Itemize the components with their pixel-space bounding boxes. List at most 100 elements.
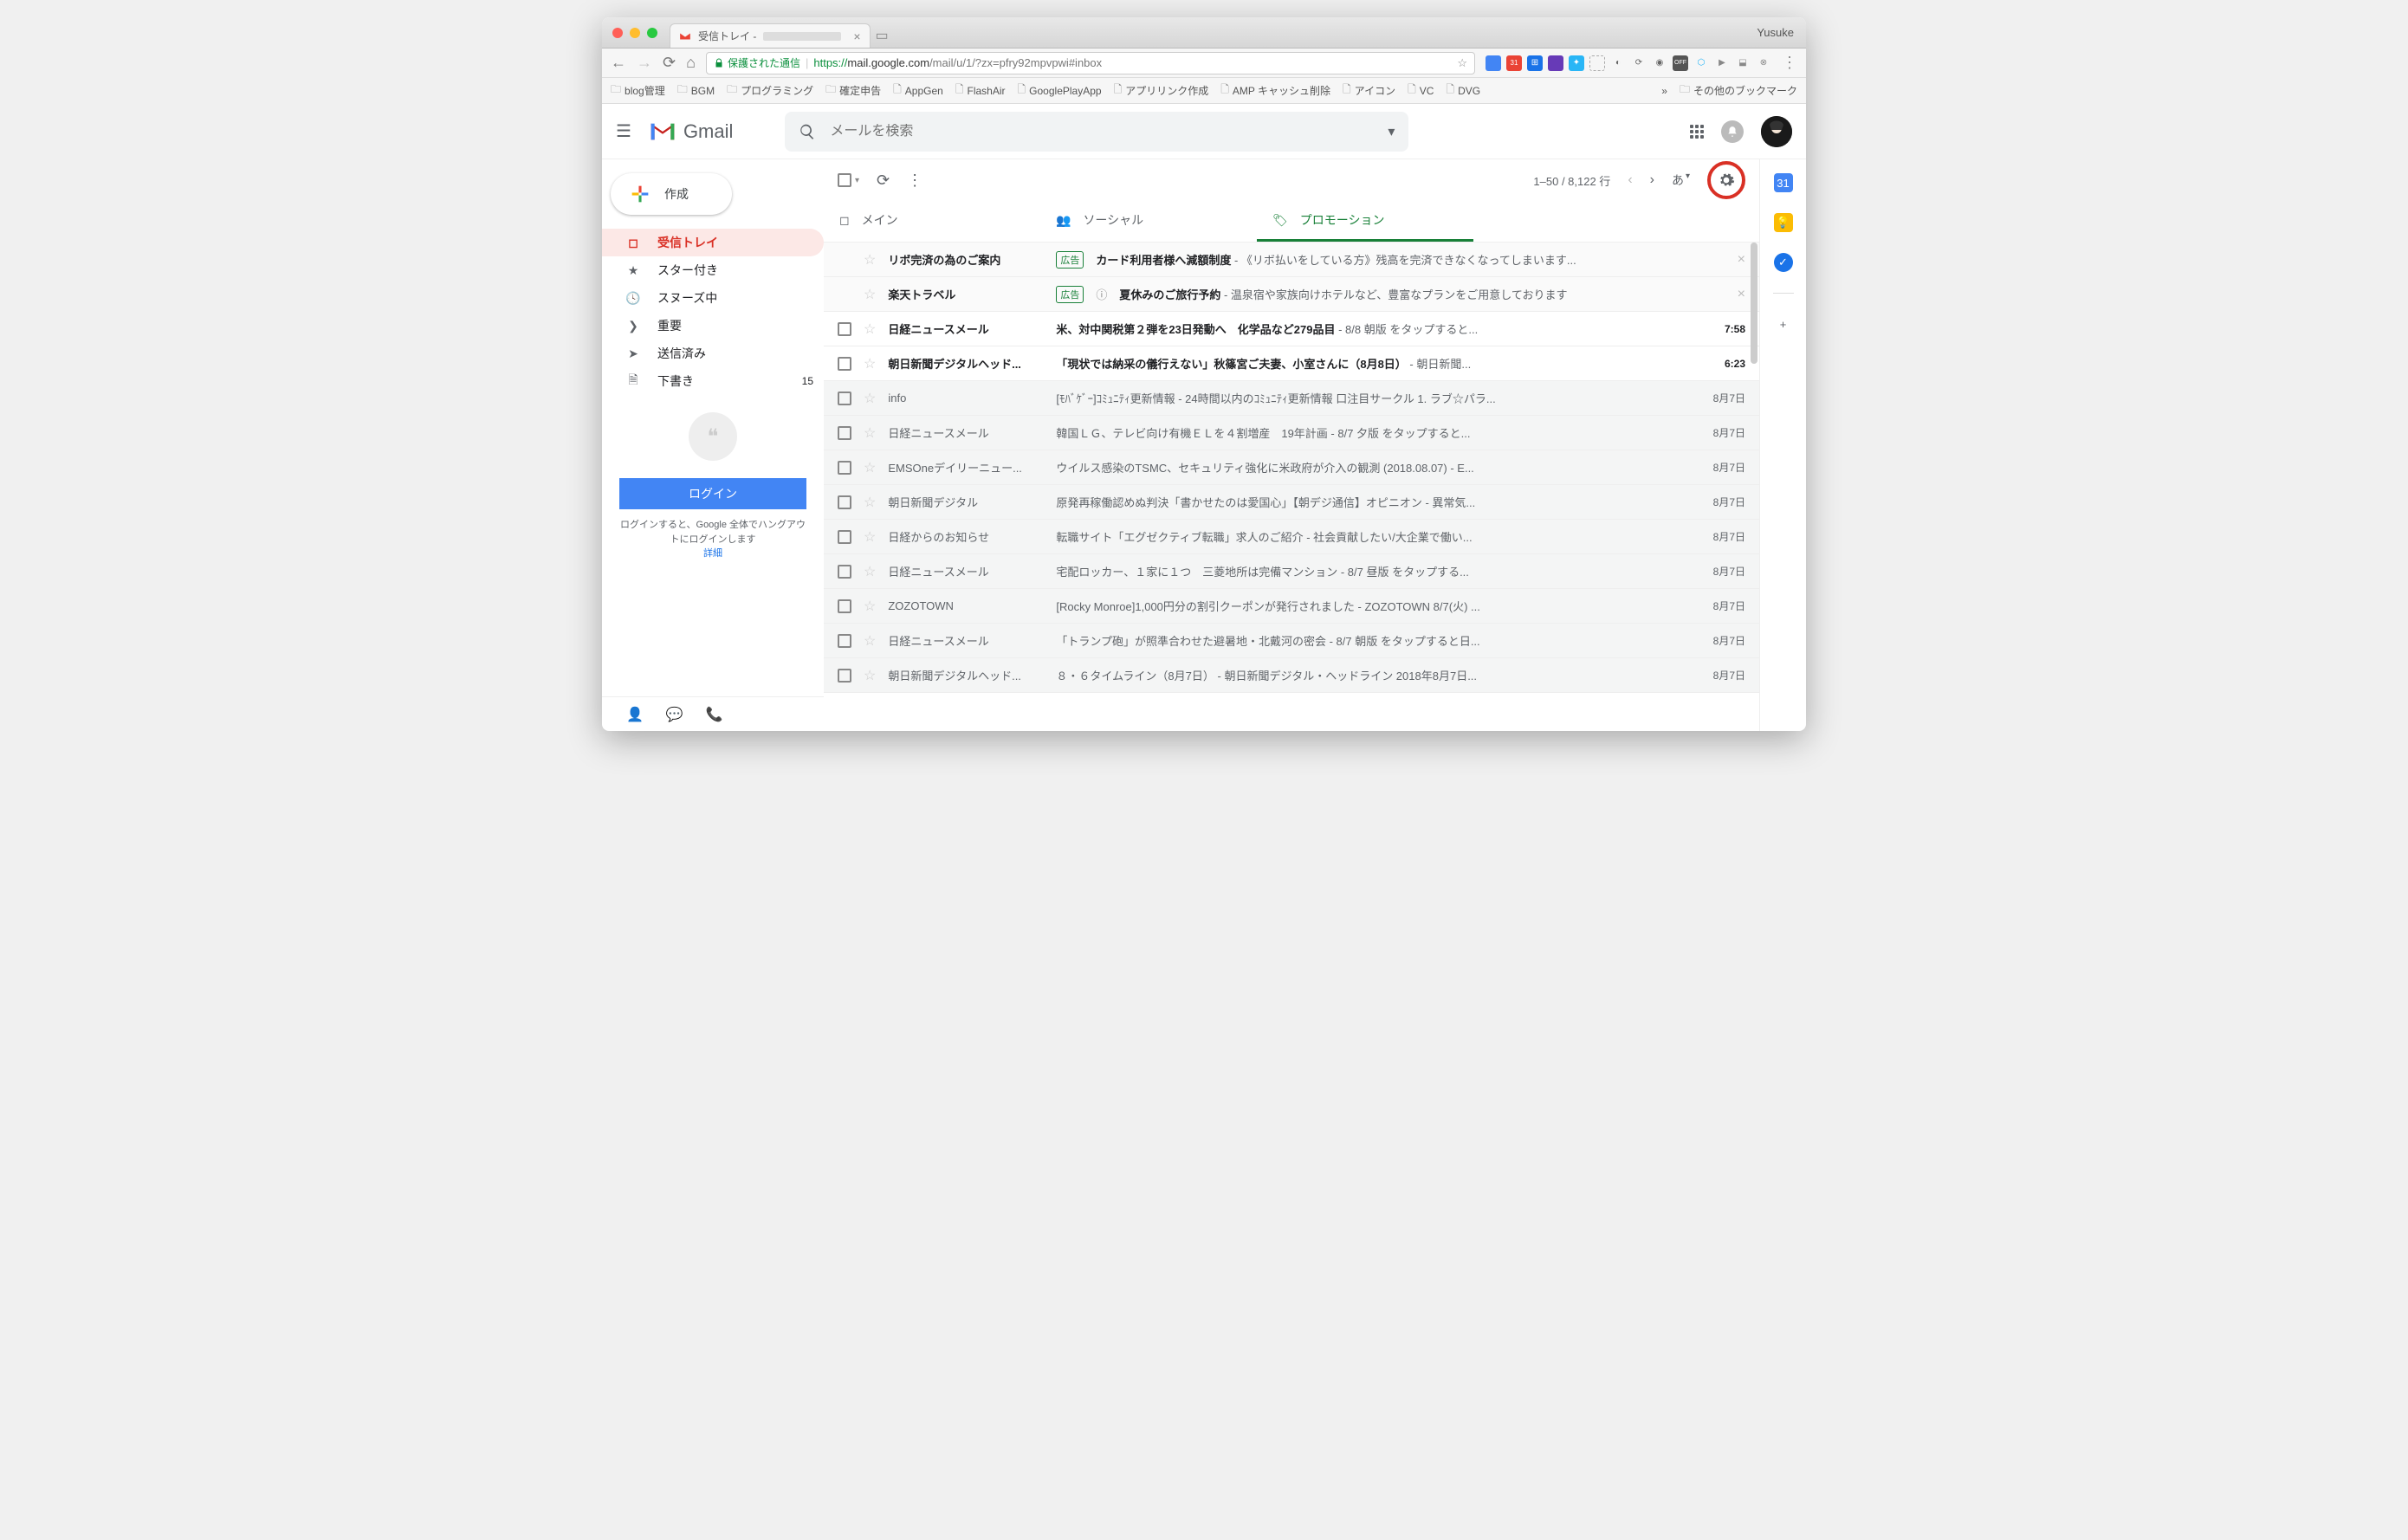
row-checkbox[interactable]	[838, 357, 851, 371]
row-checkbox[interactable]	[838, 461, 851, 475]
row-checkbox[interactable]	[838, 599, 851, 613]
hangouts-detail-link[interactable]: 詳細	[703, 548, 722, 559]
refresh-icon[interactable]: ⟳	[877, 171, 890, 190]
ext-icon[interactable]: ⊞	[1527, 55, 1543, 71]
contacts-icon[interactable]: 👤	[626, 706, 644, 723]
keep-icon[interactable]: 💡	[1774, 213, 1793, 232]
row-checkbox[interactable]	[838, 530, 851, 544]
tab-inbox[interactable]: ◻メイン	[824, 201, 1040, 242]
star-icon[interactable]: ☆	[864, 598, 876, 615]
window-minimize[interactable]	[630, 28, 640, 38]
apps-icon[interactable]	[1690, 125, 1704, 139]
ext-icon[interactable]: ⬓	[1735, 55, 1751, 71]
bookmark-item[interactable]: 🗀blog管理	[611, 81, 665, 100]
nav-inbox[interactable]: ◻受信トレイ	[602, 229, 824, 256]
url-box[interactable]: 保護された通信 | https://mail.google.com/mail/u…	[706, 52, 1475, 74]
bookmark-item[interactable]: 🗋アイコン	[1343, 81, 1395, 100]
ext-icon[interactable]	[1486, 55, 1501, 71]
home-button[interactable]: ⌂	[686, 54, 696, 72]
row-checkbox[interactable]	[838, 565, 851, 579]
dismiss-icon[interactable]: ×	[1738, 287, 1745, 302]
row-checkbox[interactable]	[838, 322, 851, 336]
ad-row[interactable]: ☆リボ完済の為のご案内広告カード利用者様へ減額制度 - 《リボ払いをしている方》…	[824, 243, 1759, 277]
compose-button[interactable]: 作成	[611, 173, 732, 215]
ext-icon[interactable]: ◐	[1610, 55, 1626, 71]
email-row[interactable]: ☆朝日新聞デジタルヘッド...「現状では納采の儀行えない」秋篠宮ご夫妻、小室さん…	[824, 346, 1759, 381]
nav-clock[interactable]: 🕓スヌーズ中	[602, 284, 824, 312]
email-row[interactable]: ☆日経ニュースメール米、対中関税第２弾を23日発動へ 化学品など279品目 - …	[824, 312, 1759, 346]
new-tab-button[interactable]: ▭	[876, 27, 889, 44]
email-row[interactable]: ☆日経ニュースメール「トランプ砲」が照準合わせた避暑地・北戴河の密会 - 8/7…	[824, 624, 1759, 658]
account-avatar[interactable]	[1761, 116, 1792, 147]
bookmark-item[interactable]: 🗀BGM	[677, 81, 715, 100]
info-icon[interactable]: ⓘ	[1096, 286, 1107, 302]
input-method[interactable]: あ▾	[1672, 171, 1690, 189]
forward-button[interactable]: →	[637, 54, 652, 72]
gmail-logo[interactable]: Gmail	[649, 120, 733, 143]
ext-icon[interactable]: ▶	[1714, 55, 1730, 71]
bookmark-star-icon[interactable]: ☆	[1457, 56, 1467, 70]
star-icon[interactable]: ☆	[864, 355, 876, 372]
bookmark-item[interactable]: 🗋GooglePlayApp	[1018, 81, 1102, 100]
chrome-profile[interactable]: Yusuke	[1757, 26, 1794, 39]
row-checkbox[interactable]	[838, 634, 851, 648]
tab-close-icon[interactable]: ×	[853, 29, 860, 43]
star-icon[interactable]: ☆	[864, 563, 876, 580]
more-icon[interactable]: ⋮	[907, 171, 922, 190]
scrollbar-thumb[interactable]	[1751, 243, 1757, 364]
star-icon[interactable]: ☆	[864, 494, 876, 511]
star-icon[interactable]: ☆	[864, 459, 876, 476]
ext-icon[interactable]: ⊗	[1756, 55, 1771, 71]
search-box[interactable]: ▾	[785, 112, 1408, 152]
nav-star[interactable]: ★スター付き	[602, 256, 824, 284]
star-icon[interactable]: ☆	[864, 667, 876, 684]
tab-people[interactable]: 👥ソーシャル	[1040, 201, 1257, 242]
email-row[interactable]: ☆日経ニュースメール宅配ロッカー、１家に１つ 三菱地所は完備マンション - 8/…	[824, 554, 1759, 589]
tasks-icon[interactable]: ✓	[1774, 253, 1793, 272]
ext-icon[interactable]: ◉	[1652, 55, 1667, 71]
browser-tab[interactable]: 受信トレイ - ×	[670, 23, 871, 48]
bookmark-item[interactable]: 🗀プログラミング	[727, 81, 813, 100]
bookmark-item[interactable]: 🗋FlashAir	[955, 81, 1006, 100]
bookmark-item[interactable]: 🗋DVG	[1446, 81, 1480, 100]
email-row[interactable]: ☆朝日新聞デジタル原発再稼働認めぬ判決「書かせたのは愛国心」【朝デジ通信】オピニ…	[824, 485, 1759, 520]
hangouts-chat-icon[interactable]: 💬	[666, 706, 683, 723]
bookmarks-overflow[interactable]: »	[1661, 85, 1667, 97]
bookmark-item[interactable]: 🗋AMP キャッシュ削除	[1220, 81, 1330, 100]
row-checkbox[interactable]	[838, 426, 851, 440]
email-row[interactable]: ☆日経からのお知らせ転職サイト「エグゼクティブ転職」求人のご紹介 - 社会貢献し…	[824, 520, 1759, 554]
search-input[interactable]	[830, 124, 1374, 139]
next-page-icon[interactable]: ›	[1650, 172, 1654, 188]
ext-icon[interactable]: ⬡	[1693, 55, 1709, 71]
window-close[interactable]	[612, 28, 623, 38]
star-icon[interactable]: ☆	[864, 286, 876, 303]
row-checkbox[interactable]	[838, 669, 851, 683]
star-icon[interactable]: ☆	[864, 320, 876, 338]
reload-button[interactable]: ⟳	[663, 54, 676, 72]
nav-important[interactable]: ❯重要	[602, 312, 824, 340]
dismiss-icon[interactable]: ×	[1738, 252, 1745, 268]
window-zoom[interactable]	[647, 28, 657, 38]
email-row[interactable]: ☆EMSOneデイリーニュー...ウイルス感染のTSMC、セキュリティ強化に米政…	[824, 450, 1759, 485]
other-bookmarks[interactable]: 🗀その他のブックマーク	[1680, 81, 1797, 100]
calendar-icon[interactable]: 31	[1774, 173, 1793, 192]
email-row[interactable]: ☆朝日新聞デジタルヘッド...８・６タイムライン（8月7日） - 朝日新聞デジタ…	[824, 658, 1759, 693]
tab-tag[interactable]: 🏷プロモーション	[1257, 201, 1473, 242]
ext-icon[interactable]	[1548, 55, 1563, 71]
select-all[interactable]: ▾	[838, 173, 859, 187]
back-button[interactable]: ←	[611, 54, 626, 72]
email-row[interactable]: ☆ZOZOTOWN[Rocky Monroe]1,000円分の割引クーポンが発行…	[824, 589, 1759, 624]
notifications-icon[interactable]	[1721, 120, 1744, 143]
ext-icon[interactable]: ✦	[1569, 55, 1584, 71]
phone-icon[interactable]: 📞	[706, 706, 723, 723]
menu-icon[interactable]: ☰	[616, 120, 631, 142]
hangouts-login-button[interactable]: ログイン	[619, 478, 806, 509]
bookmark-item[interactable]: 🗋VC	[1408, 81, 1434, 100]
add-addon-icon[interactable]: +	[1774, 314, 1793, 333]
ad-row[interactable]: ☆楽天トラベル広告ⓘ夏休みのご旅行予約 - 温泉宿や家族向けホテルなど、豊富なプ…	[824, 277, 1759, 312]
ext-icon[interactable]: OFF	[1673, 55, 1688, 71]
bookmark-item[interactable]: 🗀確定申告	[825, 81, 881, 100]
nav-send[interactable]: ➤送信済み	[602, 340, 824, 367]
ext-icon[interactable]: ⟳	[1631, 55, 1647, 71]
settings-gear-icon[interactable]	[1707, 161, 1745, 199]
